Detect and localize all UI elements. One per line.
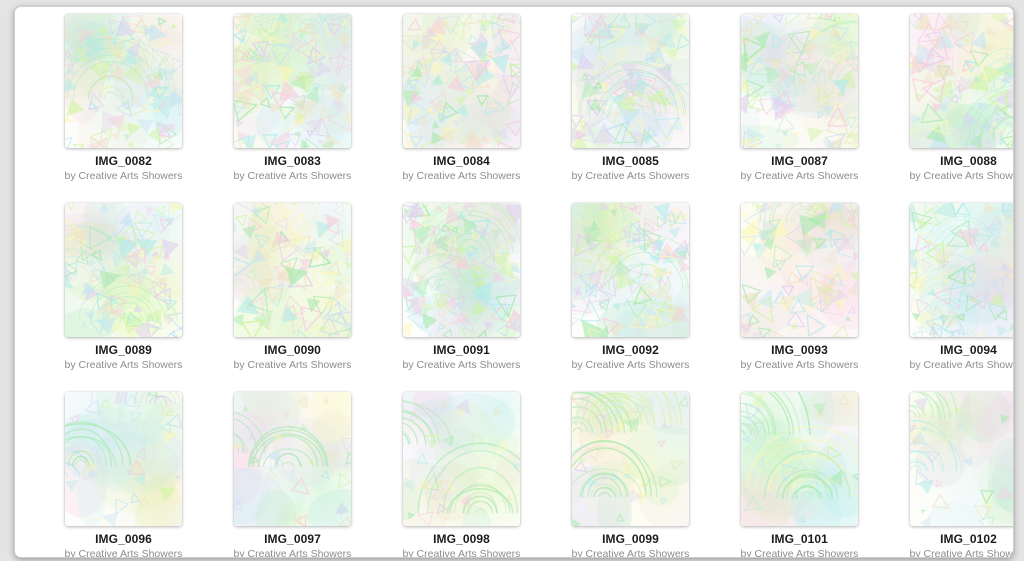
gallery-item[interactable]: IMG_0093by Creative Arts Showers <box>715 203 884 372</box>
item-title: IMG_0082 <box>95 154 152 168</box>
item-title: IMG_0098 <box>433 532 490 546</box>
item-byline: by Creative Arts Showers <box>402 548 521 558</box>
gallery-item[interactable]: IMG_0087by Creative Arts Showers <box>715 14 884 183</box>
item-title: IMG_0102 <box>940 532 997 546</box>
item-byline: by Creative Arts Showers <box>571 548 690 558</box>
app-root: IMG_0082 by Creative Arts Showers IMG_0083… <box>0 0 1024 561</box>
gallery-item[interactable]: IMG_0102by Creative Arts Showers <box>884 392 1013 558</box>
thumbnail-artwork-icon <box>741 392 858 526</box>
gallery-page-card: IMG_0082 by Creative Arts Showers IMG_0083… <box>14 6 1014 558</box>
item-byline: by Creative Arts Showers <box>402 359 521 371</box>
gallery-item[interactable]: IMG_0088by Creative Arts Showers <box>884 14 1013 183</box>
thumbnail-artwork-icon <box>65 392 182 526</box>
item-title: IMG_0091 <box>433 343 490 357</box>
item-title: IMG_0096 <box>95 532 152 546</box>
thumbnail-img_0089[interactable] <box>65 203 182 337</box>
gallery-item[interactable]: IMG_0098by Creative Arts Showers <box>377 392 546 558</box>
item-byline: by Creative Arts Showers <box>64 359 183 371</box>
item-title: IMG_0094 <box>940 343 997 357</box>
thumbnail-img_0083[interactable] <box>234 14 351 148</box>
item-byline: by Creative Arts Showers <box>909 170 1013 182</box>
thumbnail-artwork-icon <box>403 203 520 337</box>
item-byline: by Creative Arts Showers <box>909 359 1013 371</box>
thumbnail-img_0093[interactable] <box>741 203 858 337</box>
thumbnail-img_0088[interactable] <box>910 14 1013 148</box>
gallery-item[interactable]: IMG_0089by Creative Arts Showers <box>39 203 208 372</box>
gallery-item[interactable]: IMG_0092by Creative Arts Showers <box>546 203 715 372</box>
item-byline: by Creative Arts Showers <box>740 170 859 182</box>
gallery-item[interactable]: IMG_0094by Creative Arts Showers <box>884 203 1013 372</box>
thumbnail-artwork-icon <box>910 14 1013 148</box>
thumbnail-artwork-icon <box>910 203 1013 337</box>
thumbnail-artwork-icon <box>65 14 182 148</box>
thumbnail-img_0098[interactable] <box>403 392 520 526</box>
thumbnail-artwork-icon <box>403 392 520 526</box>
thumbnail-artwork-icon <box>65 203 182 337</box>
gallery-grid: IMG_0082 by Creative Arts Showers IMG_0083… <box>15 7 1013 558</box>
thumbnail-artwork-icon <box>910 392 1013 526</box>
thumbnail-artwork-icon <box>741 14 858 148</box>
item-title: IMG_0092 <box>602 343 659 357</box>
item-title: IMG_0099 <box>602 532 659 546</box>
item-byline: by Creative Arts Showers <box>740 548 859 558</box>
thumbnail-artwork-icon <box>572 392 689 526</box>
item-title: IMG_0097 <box>264 532 321 546</box>
thumbnail-img_0099[interactable] <box>572 392 689 526</box>
gallery-item[interactable]: IMG_0084by Creative Arts Showers <box>377 14 546 183</box>
thumbnail-img_0092[interactable] <box>572 203 689 337</box>
thumbnail-img_0102[interactable] <box>910 392 1013 526</box>
item-byline: by Creative Arts Showers <box>64 170 183 182</box>
gallery-item[interactable]: IMG_0083by Creative Arts Showers <box>208 14 377 183</box>
gallery-item[interactable]: IMG_0085by Creative Arts Showers <box>546 14 715 183</box>
item-title: IMG_0090 <box>264 343 321 357</box>
thumbnail-img_0091[interactable] <box>403 203 520 337</box>
item-title: IMG_0085 <box>602 154 659 168</box>
item-title: IMG_0089 <box>95 343 152 357</box>
thumbnail-img_0097[interactable] <box>234 392 351 526</box>
gallery-item[interactable]: IMG_0082by Creative Arts Showers <box>39 14 208 183</box>
thumbnail-img_0096[interactable] <box>65 392 182 526</box>
thumbnail-artwork-icon <box>234 14 351 148</box>
item-byline: by Creative Arts Showers <box>571 170 690 182</box>
gallery-item[interactable]: IMG_0091by Creative Arts Showers <box>377 203 546 372</box>
thumbnail-artwork-icon <box>403 14 520 148</box>
gallery-item[interactable]: IMG_0097by Creative Arts Showers <box>208 392 377 558</box>
item-byline: by Creative Arts Showers <box>233 170 352 182</box>
gallery-item[interactable]: IMG_0101by Creative Arts Showers <box>715 392 884 558</box>
gallery-item[interactable]: IMG_0096by Creative Arts Showers <box>39 392 208 558</box>
item-title: IMG_0093 <box>771 343 828 357</box>
item-byline: by Creative Arts Showers <box>909 548 1013 558</box>
item-byline: by Creative Arts Showers <box>64 548 183 558</box>
item-title: IMG_0084 <box>433 154 490 168</box>
item-title: IMG_0088 <box>940 154 997 168</box>
item-byline: by Creative Arts Showers <box>740 359 859 371</box>
thumbnail-img_0090[interactable] <box>234 203 351 337</box>
gallery-item[interactable]: IMG_0099by Creative Arts Showers <box>546 392 715 558</box>
thumbnail-artwork-icon <box>572 203 689 337</box>
thumbnail-img_0101[interactable] <box>741 392 858 526</box>
item-byline: by Creative Arts Showers <box>233 359 352 371</box>
item-byline: by Creative Arts Showers <box>571 359 690 371</box>
item-title: IMG_0083 <box>264 154 321 168</box>
item-byline: by Creative Arts Showers <box>233 548 352 558</box>
item-title: IMG_0087 <box>771 154 828 168</box>
thumbnail-artwork-icon <box>234 392 351 526</box>
thumbnail-artwork-icon <box>572 14 689 148</box>
thumbnail-artwork-icon <box>741 203 858 337</box>
item-byline: by Creative Arts Showers <box>402 170 521 182</box>
thumbnail-img_0094[interactable] <box>910 203 1013 337</box>
thumbnail-artwork-icon <box>234 203 351 337</box>
item-title: IMG_0101 <box>771 532 828 546</box>
thumbnail-img_0082[interactable] <box>65 14 182 148</box>
thumbnail-img_0085[interactable] <box>572 14 689 148</box>
thumbnail-img_0087[interactable] <box>741 14 858 148</box>
thumbnail-img_0084[interactable] <box>403 14 520 148</box>
gallery-item[interactable]: IMG_0090by Creative Arts Showers <box>208 203 377 372</box>
